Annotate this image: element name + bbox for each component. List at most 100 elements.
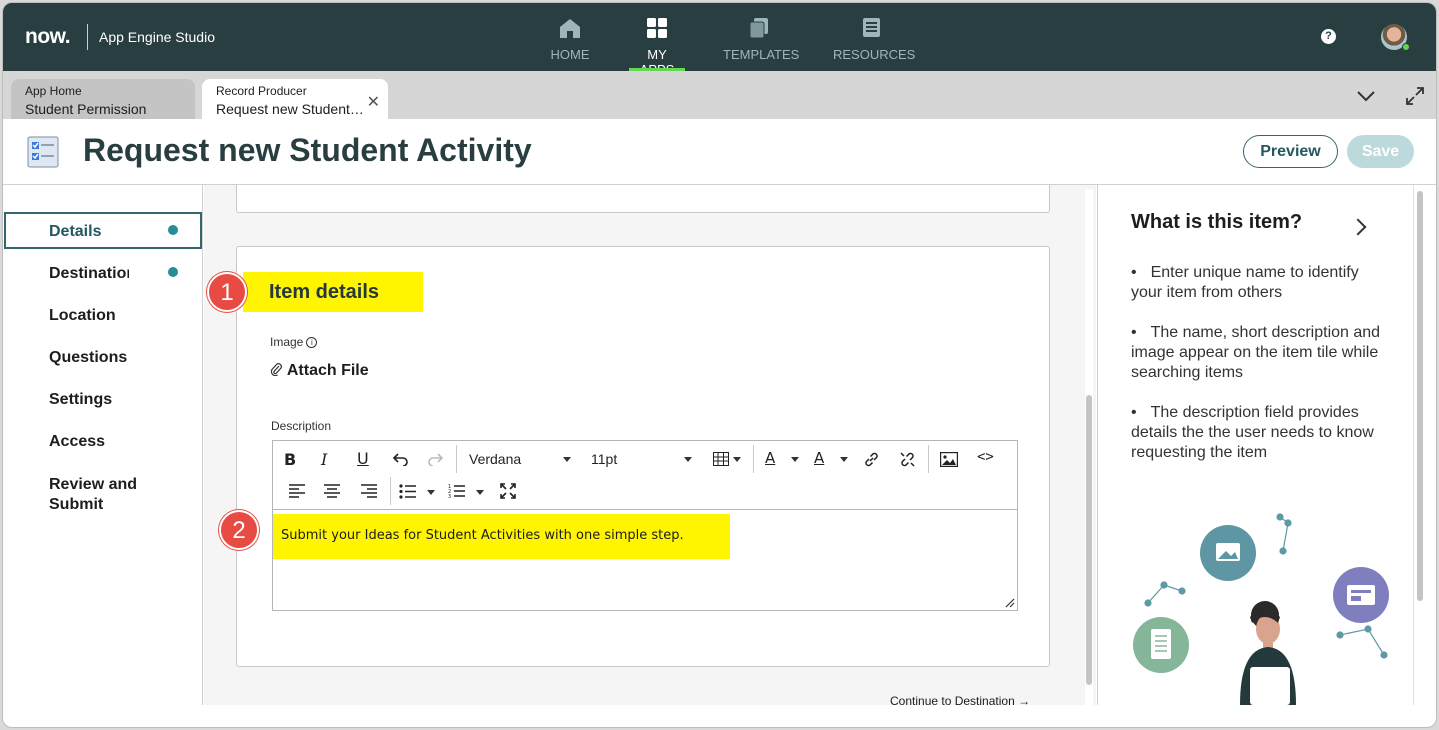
align-left-icon[interactable] xyxy=(289,484,305,499)
page-title: Request new Student Activity xyxy=(83,132,532,168)
chevron-down-icon[interactable] xyxy=(563,457,571,462)
help-panel-title: What is this item? xyxy=(1131,211,1303,233)
tab-app-home[interactable]: App Home Student Permission xyxy=(11,79,195,119)
source-code-icon[interactable]: <> xyxy=(977,449,994,465)
nav-templates-label: TEMPLATES xyxy=(723,47,800,62)
preview-button[interactable]: Preview xyxy=(1243,135,1338,168)
chevron-right-icon[interactable] xyxy=(1349,218,1367,236)
redo-icon[interactable] xyxy=(428,452,444,466)
attach-file-link[interactable]: Attach File xyxy=(270,362,369,380)
help-panel: What is this item? Enter unique name to … xyxy=(1097,185,1413,705)
unlink-icon[interactable] xyxy=(899,451,916,468)
step-destination[interactable]: Destination xyxy=(49,265,129,283)
align-right-icon[interactable] xyxy=(361,484,377,499)
step-location[interactable]: Location xyxy=(49,307,116,325)
callout-badge: 1 xyxy=(207,272,247,312)
align-center-icon[interactable] xyxy=(324,484,340,499)
chevron-down-icon[interactable] xyxy=(684,457,692,462)
presence-status-icon xyxy=(1402,43,1410,51)
step-settings[interactable]: Settings xyxy=(49,391,112,409)
toolbar-divider xyxy=(390,477,391,505)
step-review-submit[interactable]: Review and Submit xyxy=(49,475,149,515)
chevron-down-icon[interactable] xyxy=(1357,90,1375,102)
tab-type: Record Producer xyxy=(216,84,307,98)
attach-file-label: Attach File xyxy=(286,362,369,379)
bold-icon[interactable]: B xyxy=(284,450,296,469)
help-bullet: Enter unique name to identify your item … xyxy=(1131,263,1391,303)
table-icon[interactable] xyxy=(713,452,729,466)
help-panel-scrollbar[interactable] xyxy=(1413,185,1425,705)
main-scrollbar[interactable] xyxy=(1085,189,1093,705)
description-label: Description xyxy=(271,419,332,433)
continue-to-destination-link[interactable]: Continue to Destination → xyxy=(890,694,1030,705)
chevron-down-icon[interactable] xyxy=(476,490,484,495)
toolbar-divider xyxy=(753,445,754,473)
editor-content-area[interactable]: Submit your Ideas for Student Activities… xyxy=(273,510,1017,610)
page-header: Request new Student Activity Preview Sav… xyxy=(3,119,1436,185)
tab-record-producer[interactable]: Record Producer Request new Student Acti… xyxy=(202,79,388,119)
resources-icon xyxy=(863,18,880,37)
item-details-card: Item details 1 Image i Attach File Descri… xyxy=(207,246,1050,667)
step-details[interactable]: Details xyxy=(49,223,101,241)
top-nav: now. App Engine Studio HOME MY APPS TEMP… xyxy=(3,3,1436,77)
record-producer-icon xyxy=(27,136,59,168)
chevron-down-icon[interactable] xyxy=(840,457,848,462)
previous-card xyxy=(236,185,1050,213)
paperclip-icon xyxy=(270,363,282,377)
nav-templates[interactable]: TEMPLATES xyxy=(723,15,799,71)
resize-handle-icon[interactable] xyxy=(1003,596,1015,608)
image-label: Image i xyxy=(270,335,318,349)
app-window: now. App Engine Studio HOME MY APPS TEMP… xyxy=(2,2,1437,728)
step-status-dot xyxy=(168,267,178,277)
section-title: Item details xyxy=(269,281,380,303)
app-name: App Engine Studio xyxy=(99,29,215,45)
bullet-list-icon[interactable] xyxy=(399,484,416,499)
grid-icon xyxy=(647,18,667,38)
rich-text-editor: B I U Verdana 11pt A A <> 1 2 3 Submit y… xyxy=(272,440,1018,611)
tab-bar: App Home Student Permission Record Produ… xyxy=(3,71,1436,119)
chevron-down-icon[interactable] xyxy=(791,457,799,462)
step-nav: Details Destination Location Questions S… xyxy=(3,185,203,705)
scrollbar-thumb[interactable] xyxy=(1086,395,1092,685)
info-icon[interactable]: i xyxy=(306,337,318,349)
now-logo[interactable]: now. xyxy=(25,25,71,49)
nav-resources[interactable]: RESOURCES xyxy=(833,15,915,71)
image-icon[interactable] xyxy=(940,452,958,467)
text-color-icon[interactable]: A xyxy=(765,449,775,467)
image-label-text: Image xyxy=(270,335,304,349)
font-family-select[interactable]: Verdana xyxy=(469,451,521,467)
nav-my-apps[interactable]: MY APPS xyxy=(629,15,685,77)
underline-icon[interactable]: U xyxy=(357,449,369,468)
nav-home-label: HOME xyxy=(550,47,590,62)
close-icon[interactable]: ✕ xyxy=(367,92,380,112)
link-icon[interactable] xyxy=(863,451,880,468)
nav-home[interactable]: HOME xyxy=(550,15,590,71)
undo-icon[interactable] xyxy=(392,452,408,466)
person-illustration xyxy=(1133,513,1389,705)
tab-title: Student Permission xyxy=(25,101,147,117)
step-access[interactable]: Access xyxy=(49,433,105,451)
toolbar-divider xyxy=(456,445,457,473)
fullscreen-icon[interactable] xyxy=(500,483,516,499)
callout-badge: 2 xyxy=(219,510,259,550)
description-text: Submit your Ideas for Student Activities… xyxy=(281,528,684,543)
help-bullet: The name, short description and image ap… xyxy=(1131,323,1391,383)
chevron-down-icon[interactable] xyxy=(733,457,741,462)
font-size-select[interactable]: 11pt xyxy=(591,451,617,467)
editor-toolbar: B I U Verdana 11pt A A <> 1 2 3 xyxy=(273,441,1017,510)
section-title-highlight: Item details xyxy=(243,272,423,312)
help-icon[interactable]: ? xyxy=(1321,29,1336,44)
chevron-down-icon[interactable] xyxy=(427,490,435,495)
italic-icon[interactable]: I xyxy=(321,450,327,469)
tab-type: App Home xyxy=(25,84,82,98)
numbered-list-icon[interactable]: 123 xyxy=(448,483,465,499)
scrollbar-thumb[interactable] xyxy=(1417,191,1423,601)
step-questions[interactable]: Questions xyxy=(49,349,127,367)
toolbar-divider xyxy=(928,445,929,473)
background-color-icon[interactable]: A xyxy=(814,449,824,467)
description-highlight: Submit your Ideas for Student Activities… xyxy=(273,514,730,559)
save-button[interactable]: Save xyxy=(1347,135,1414,168)
main-content: Item details 1 Image i Attach File Descri… xyxy=(204,185,1096,705)
help-bullet: The description field provides details t… xyxy=(1131,403,1391,463)
expand-icon[interactable] xyxy=(1405,86,1425,106)
